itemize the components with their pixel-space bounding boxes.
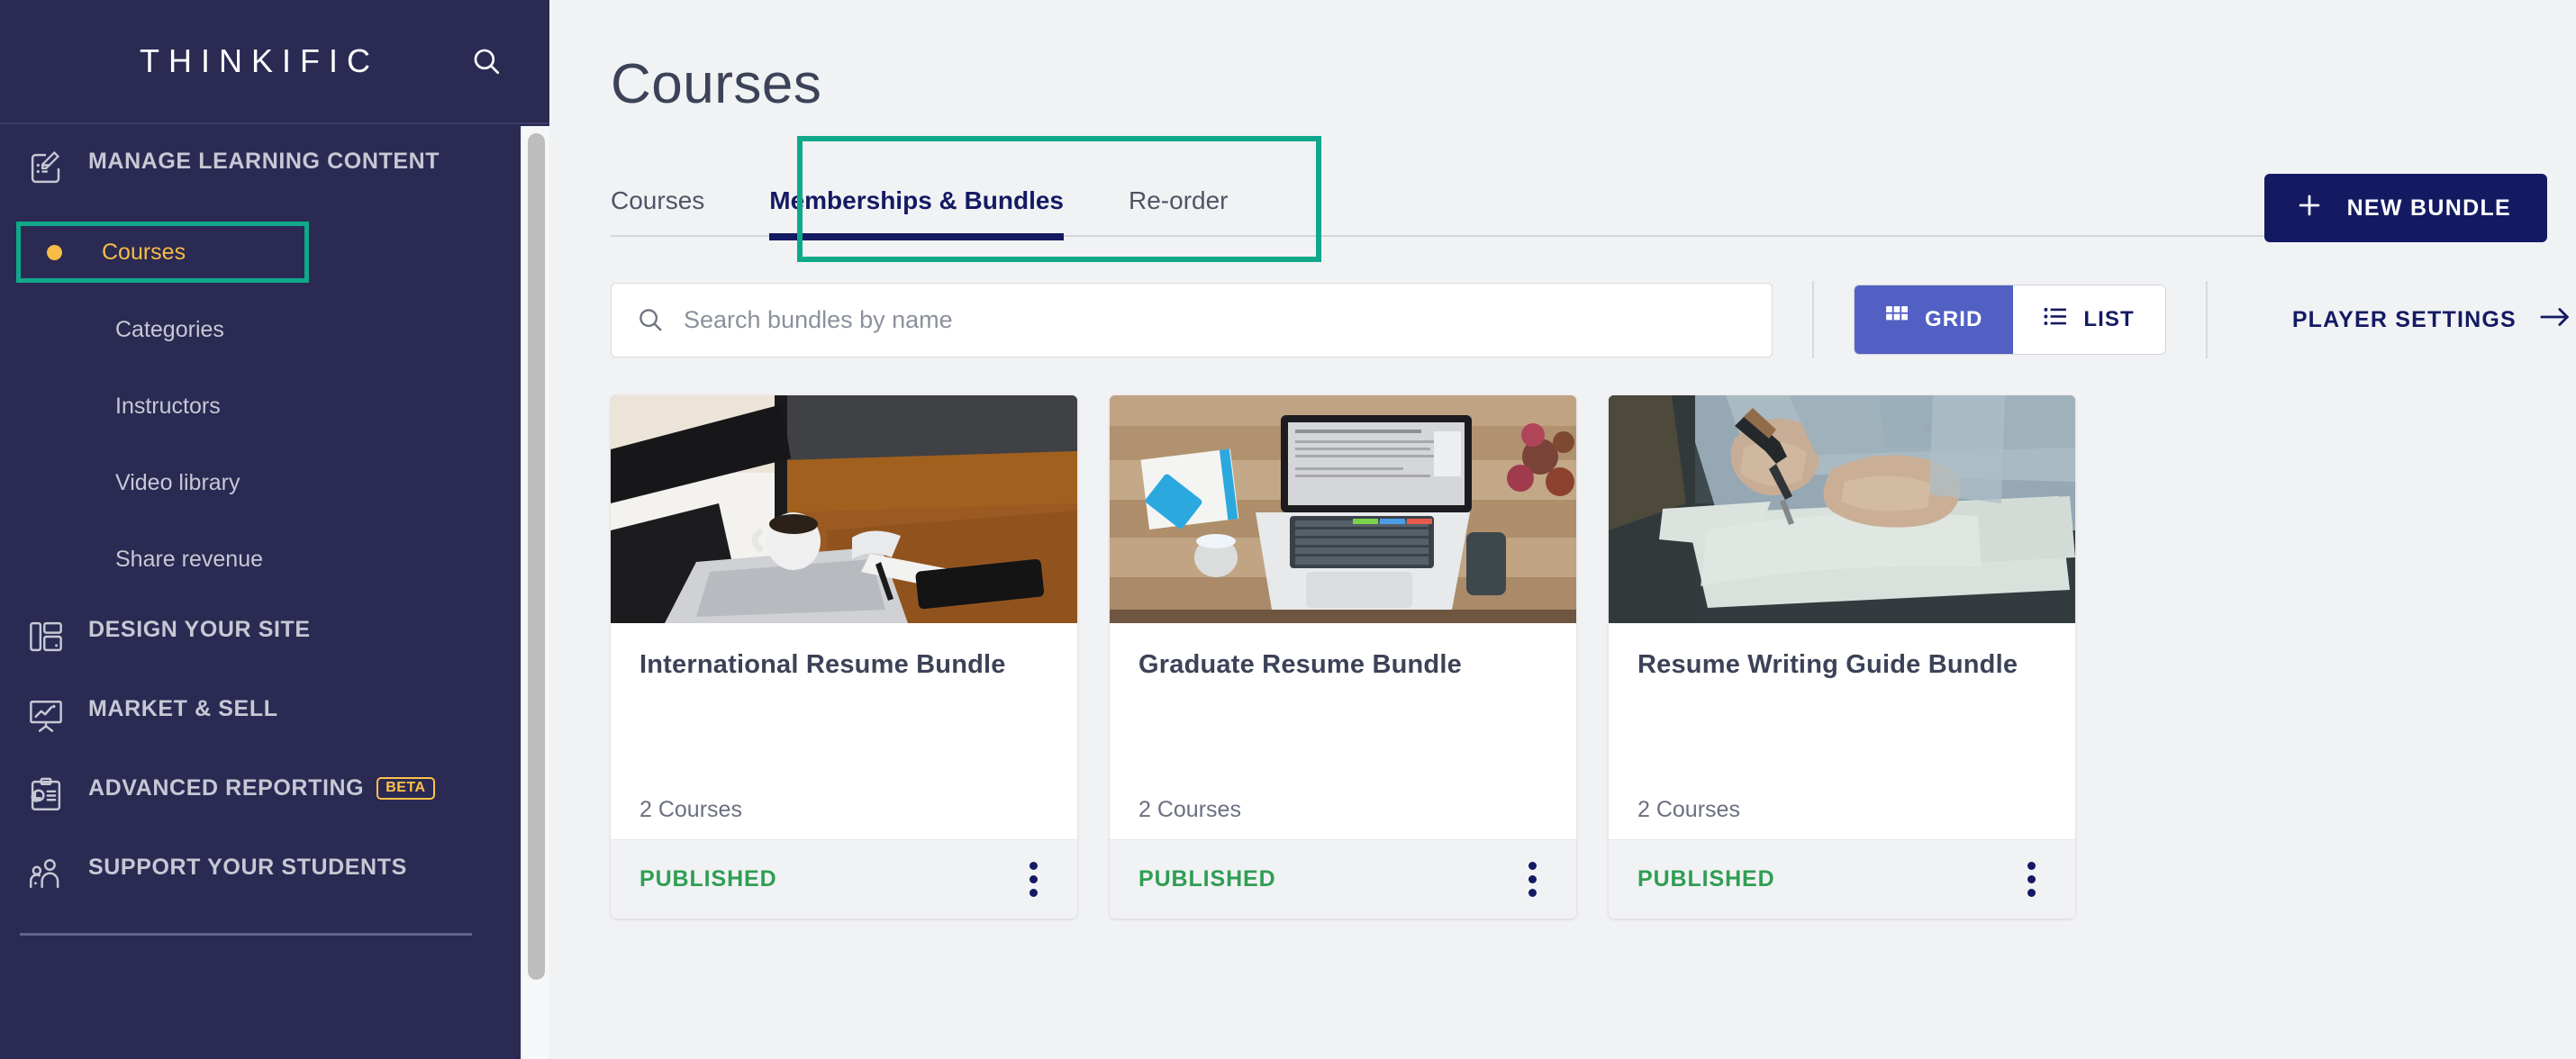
app-root: THINKIFIC MANAGE LEARNING CONTENT Course… [0, 0, 2576, 1059]
clipboard-chart-icon [25, 774, 67, 814]
sidebar-scrollbar-track[interactable] [521, 126, 549, 1059]
bundle-card-footer: PUBLISHED [611, 839, 1077, 919]
status-badge: PUBLISHED [1637, 866, 1775, 892]
active-dot-icon [47, 244, 62, 260]
sidebar: THINKIFIC MANAGE LEARNING CONTENT Course… [0, 0, 549, 1059]
status-badge: PUBLISHED [639, 866, 777, 892]
edit-document-icon [25, 148, 67, 187]
sidebar-item-label: MARKET & SELL [88, 696, 278, 721]
search-icon[interactable] [468, 43, 504, 79]
sidebar-item-label: SUPPORT YOUR STUDENTS [88, 855, 407, 880]
desk-laptop-coffee-photo [611, 395, 1077, 623]
sidebar-item-support-your-students[interactable]: SUPPORT YOUR STUDENTS [0, 854, 549, 902]
presentation-chart-icon [25, 695, 67, 735]
toolbar-divider-1 [1812, 281, 1814, 358]
search-bundles-box[interactable] [611, 282, 1773, 358]
sidebar-item-categories[interactable]: Categories [0, 310, 549, 349]
bundle-card-body: Resume Writing Guide Bundle 2 Courses [1609, 623, 2075, 839]
grid-icon [1885, 305, 1909, 335]
bundle-card-title: Graduate Resume Bundle [1138, 650, 1462, 679]
player-settings-label: PLAYER SETTINGS [2291, 306, 2517, 332]
bundle-card-grid: International Resume Bundle 2 Courses PU… [611, 395, 2576, 919]
tab-memberships-and-bundles[interactable]: Memberships & Bundles [737, 186, 1096, 240]
sidebar-item-label: Video library [115, 469, 240, 495]
hand-writing-paper-photo [1609, 395, 2075, 623]
bundle-card-body: Graduate Resume Bundle 2 Courses [1110, 623, 1576, 839]
sidebar-item-label: Categories [115, 316, 224, 342]
view-toggle: GRID LIST [1854, 285, 2166, 355]
sidebar-item-share-revenue[interactable]: Share revenue [0, 539, 549, 579]
bundle-card[interactable]: Graduate Resume Bundle 2 Courses PUBLISH… [1110, 395, 1576, 919]
tab-courses[interactable]: Courses [611, 186, 737, 240]
sidebar-item-manage-learning-content[interactable]: MANAGE LEARNING CONTENT [0, 148, 549, 196]
beta-badge: BETA [376, 776, 435, 800]
sidebar-item-courses[interactable]: Courses [0, 240, 186, 266]
search-icon [637, 306, 664, 333]
sidebar-item-video-library[interactable]: Video library [0, 463, 549, 502]
search-input[interactable] [684, 305, 1746, 334]
bundle-card[interactable]: Resume Writing Guide Bundle 2 Courses PU… [1609, 395, 2075, 919]
overhead-laptop-notebook-photo [1110, 395, 1576, 623]
sidebar-item-design-your-site[interactable]: DESIGN YOUR SITE [0, 616, 549, 665]
kebab-menu-icon[interactable] [1521, 855, 1544, 904]
list-icon [2044, 305, 2067, 335]
sidebar-nav: MANAGE LEARNING CONTENT Courses Categori… [0, 124, 549, 1059]
people-icon [25, 854, 67, 893]
brand-logo: THINKIFIC [140, 42, 379, 79]
bundle-card-course-count: 2 Courses [1138, 797, 1241, 822]
bundle-card-footer: PUBLISHED [1110, 839, 1576, 919]
kebab-menu-icon[interactable] [1022, 855, 1045, 904]
sidebar-item-courses-wrapper: Courses [0, 222, 549, 283]
sidebar-header: THINKIFIC [0, 0, 549, 124]
bundle-card-course-count: 2 Courses [1637, 797, 1740, 822]
toolbar-divider-2 [2205, 281, 2208, 358]
bundle-card-body: International Resume Bundle 2 Courses [611, 623, 1077, 839]
sidebar-item-label: MANAGE LEARNING CONTENT [88, 149, 440, 174]
sidebar-item-label: Courses [102, 239, 186, 265]
plus-icon [2297, 193, 2322, 224]
new-bundle-label: NEW BUNDLE [2346, 195, 2511, 221]
sidebar-item-label: Share revenue [115, 546, 264, 572]
view-toggle-label: GRID [1925, 307, 1983, 331]
main-content: Courses Courses Memberships & Bundles Re… [549, 0, 2576, 1059]
status-badge: PUBLISHED [1138, 866, 1276, 892]
bundle-card-course-count: 2 Courses [639, 797, 742, 822]
bundle-card-footer: PUBLISHED [1609, 839, 2075, 919]
arrow-right-icon [2540, 305, 2571, 335]
sidebar-item-label: ADVANCED REPORTING [88, 775, 365, 801]
sidebar-item-instructors[interactable]: Instructors [0, 386, 549, 426]
sidebar-divider [20, 933, 472, 936]
tab-label: Memberships & Bundles [769, 186, 1064, 214]
bundle-card-title: International Resume Bundle [639, 650, 1006, 679]
view-toggle-list[interactable]: LIST [2013, 285, 2164, 354]
player-settings-link[interactable]: PLAYER SETTINGS [2292, 305, 2571, 335]
page-title: Courses [611, 53, 822, 115]
sidebar-item-advanced-reporting[interactable]: ADVANCED REPORTING BETA [0, 774, 549, 823]
view-toggle-grid[interactable]: GRID [1855, 285, 2014, 354]
sidebar-item-label: Instructors [115, 393, 221, 419]
sidebar-item-market-and-sell[interactable]: MARKET & SELL [0, 695, 549, 744]
tab-label: Courses [611, 186, 705, 214]
sidebar-item-label: DESIGN YOUR SITE [88, 617, 311, 642]
bundle-card[interactable]: International Resume Bundle 2 Courses PU… [611, 395, 1077, 919]
bundle-card-title: Resume Writing Guide Bundle [1637, 650, 2018, 679]
new-bundle-button[interactable]: NEW BUNDLE [2263, 174, 2547, 242]
view-toggle-label: LIST [2083, 307, 2135, 331]
tab-reorder[interactable]: Re-order [1096, 186, 1260, 240]
toolbar: GRID LIST PLAYER SETTINGS [611, 280, 2576, 359]
tab-label: Re-order [1129, 186, 1229, 214]
layout-icon [25, 616, 67, 656]
kebab-menu-icon[interactable] [2020, 855, 2043, 904]
sidebar-scrollbar-thumb[interactable] [528, 133, 545, 980]
